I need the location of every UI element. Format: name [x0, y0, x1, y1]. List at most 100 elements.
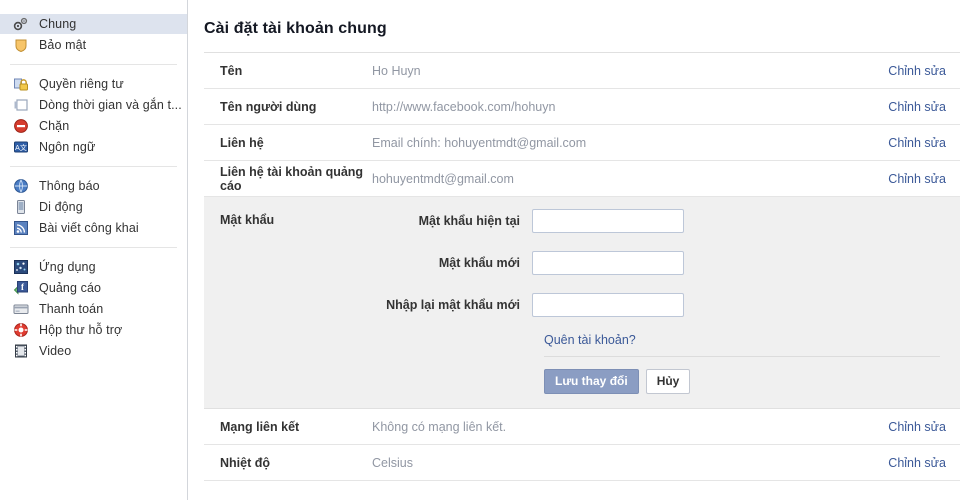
sidebar-divider	[10, 64, 177, 65]
settings-table: Tên Ho Huyn Chỉnh sửa Tên người dùng http://…	[204, 52, 960, 481]
new-password-input[interactable]	[532, 251, 684, 275]
sidebar-item-label: Ngôn ngữ	[39, 140, 96, 154]
save-changes-button[interactable]: Lưu thay đổi	[544, 369, 639, 394]
apps-icon	[13, 259, 29, 275]
sidebar-divider	[10, 247, 177, 248]
row-action: Chỉnh sửa	[850, 418, 960, 436]
sidebar-item-label: Dòng thời gian và gắn t...	[39, 98, 182, 112]
row-label: Liên hệ	[220, 135, 264, 150]
sidebar-item-label: Chung	[39, 17, 77, 31]
password-section-label: Mật khẩu	[220, 213, 275, 227]
rss-icon	[13, 220, 29, 236]
edit-link[interactable]: Chỉnh sửa	[888, 100, 946, 114]
block-icon	[13, 118, 29, 134]
password-field-label: Nhập lại mật khẩu mới	[386, 298, 520, 312]
sidebar-item-chung[interactable]: Chung	[0, 14, 187, 34]
sidebar-item-di-dong[interactable]: Di động	[0, 197, 187, 217]
row-lien-he: Liên hệ Email chính: hohuyentmdt@gmail.co…	[204, 125, 960, 161]
row-label: Tên	[220, 63, 243, 78]
row-nhiet-do: Nhiệt độ Celsius Chỉnh sửa	[204, 445, 960, 481]
sidebar-divider	[10, 166, 177, 167]
edit-link[interactable]: Chỉnh sửa	[888, 136, 946, 150]
row-action: Chỉnh sửa	[850, 170, 960, 188]
sidebar-item-ung-dung[interactable]: Ứng dụng	[0, 257, 187, 277]
settings-sidebar: Chung Bảo mật Quyền riêng tư Dòng thời gian…	[0, 0, 188, 500]
password-divider	[544, 356, 940, 357]
sidebar-group: Ứng dụng f Quảng cáo Thanh toán Hộp thư hỗ t…	[0, 257, 187, 361]
edit-link[interactable]: Chỉnh sửa	[888, 64, 946, 78]
row-action: Chỉnh sửa	[850, 62, 960, 80]
sidebar-item-label: Bảo mật	[39, 38, 87, 52]
creditcard-icon	[13, 301, 29, 317]
edit-link[interactable]: Chỉnh sửa	[888, 420, 946, 434]
password-form: Mật khẩu hiện tại Mật khẩu mới Nhập lại mậ…	[372, 209, 960, 394]
sidebar-item-ngon-ngu[interactable]: A文 Ngôn ngữ	[0, 137, 187, 157]
edit-link[interactable]: Chỉnh sửa	[888, 172, 946, 186]
svg-text:A文: A文	[15, 143, 27, 152]
globe-icon	[13, 178, 29, 194]
page-title: Cài đặt tài khoản chung	[204, 20, 387, 37]
row-mang-lien-ket: Mạng liên kết Không có mạng liên kết. Chỉn…	[204, 409, 960, 445]
password-field-row: Mật khẩu hiện tại	[372, 209, 946, 233]
row-value: http://www.facebook.com/hohuyn	[372, 99, 556, 114]
password-button-row: Lưu thay đổi Hủy	[544, 369, 946, 394]
sidebar-item-bao-mat[interactable]: Bảo mật	[0, 35, 187, 55]
confirm-password-input[interactable]	[532, 293, 684, 317]
password-field-label: Mật khẩu mới	[438, 256, 520, 270]
sidebar-item-dong-thoi-gian[interactable]: Dòng thời gian và gắn t...	[0, 95, 187, 115]
sidebar-item-label: Thông báo	[39, 179, 100, 193]
row-value: hohuyentmdt@gmail.com	[372, 171, 514, 186]
row-label: Liên hệ tài khoản quảng cáo	[220, 164, 364, 193]
row-action: Chỉnh sửa	[850, 98, 960, 116]
shield-icon	[13, 37, 29, 53]
current-password-input[interactable]	[532, 209, 684, 233]
sidebar-item-label: Ứng dụng	[39, 260, 96, 274]
sidebar-item-chan[interactable]: Chặn	[0, 116, 187, 136]
password-field-row: Mật khẩu mới	[372, 251, 946, 275]
row-lien-he-quang-cao: Liên hệ tài khoản quảng cáo hohuyentmdt@g…	[204, 161, 960, 197]
sidebar-item-label: Video	[39, 344, 72, 358]
row-ten: Tên Ho Huyn Chỉnh sửa	[204, 53, 960, 89]
sidebar-item-quyen-rieng-tu[interactable]: Quyền riêng tư	[0, 74, 187, 94]
sidebar-group: Quyền riêng tư Dòng thời gian và gắn t...…	[0, 74, 187, 157]
forgot-account-link[interactable]: Quên tài khoản?	[544, 333, 636, 347]
account-settings-page: Chung Bảo mật Quyền riêng tư Dòng thời gian…	[0, 0, 960, 500]
sidebar-item-quang-cao[interactable]: f Quảng cáo	[0, 278, 187, 298]
sidebar-item-bai-viet-cong-khai[interactable]: Bài viết công khai	[0, 218, 187, 238]
padlock-icon	[13, 76, 29, 92]
cancel-button[interactable]: Hủy	[645, 369, 691, 394]
sidebar-item-label: Chặn	[39, 119, 70, 133]
row-value: Celsius	[372, 455, 413, 470]
sidebar-item-video[interactable]: Video	[0, 341, 187, 361]
sidebar-item-thong-bao[interactable]: Thông báo	[0, 176, 187, 196]
row-value: Không có mạng liên kết.	[372, 419, 507, 434]
ads-icon: f	[13, 280, 29, 296]
settings-rows-bottom: Mạng liên kết Không có mạng liên kết. Chỉn…	[204, 409, 960, 481]
row-value: Ho Huyn	[372, 63, 421, 78]
sidebar-item-thanh-toan[interactable]: Thanh toán	[0, 299, 187, 319]
sidebar-item-label: Hộp thư hỗ trợ	[39, 323, 123, 337]
timeline-icon	[13, 97, 29, 113]
sidebar-group: Thông báo Di động Bài viết công khai	[0, 176, 187, 238]
row-value: Email chính: hohuyentmdt@gmail.com	[372, 135, 587, 150]
row-label: Mạng liên kết	[220, 419, 300, 434]
settings-rows-top: Tên Ho Huyn Chỉnh sửa Tên người dùng http://…	[204, 53, 960, 197]
language-icon: A文	[13, 139, 29, 155]
film-icon	[13, 343, 29, 359]
row-label: Tên người dùng	[220, 99, 317, 114]
sidebar-item-label: Quảng cáo	[39, 281, 102, 295]
sidebar-item-label: Di động	[39, 200, 83, 214]
edit-link[interactable]: Chỉnh sửa	[888, 456, 946, 470]
sidebar-item-label: Quyền riêng tư	[39, 77, 124, 91]
password-field-row: Nhập lại mật khẩu mới	[372, 293, 946, 317]
sidebar-item-label: Bài viết công khai	[39, 221, 139, 235]
sidebar-item-hop-thu-ho-tro[interactable]: Hộp thư hỗ trợ	[0, 320, 187, 340]
gears-icon	[13, 16, 29, 32]
mobile-icon	[13, 199, 29, 215]
password-fields: Mật khẩu hiện tại Mật khẩu mới Nhập lại mậ…	[372, 209, 946, 317]
main-content: Cài đặt tài khoản chung Tên Ho Huyn Chỉnh …	[188, 0, 960, 500]
row-ten-nguoi-dung: Tên người dùng http://www.facebook.com/ho…	[204, 89, 960, 125]
row-label: Nhiệt độ	[220, 455, 270, 470]
password-section: Mật khẩu Mật khẩu hiện tại Mật khẩu mới Nh…	[204, 197, 960, 409]
lifering-icon	[13, 322, 29, 338]
